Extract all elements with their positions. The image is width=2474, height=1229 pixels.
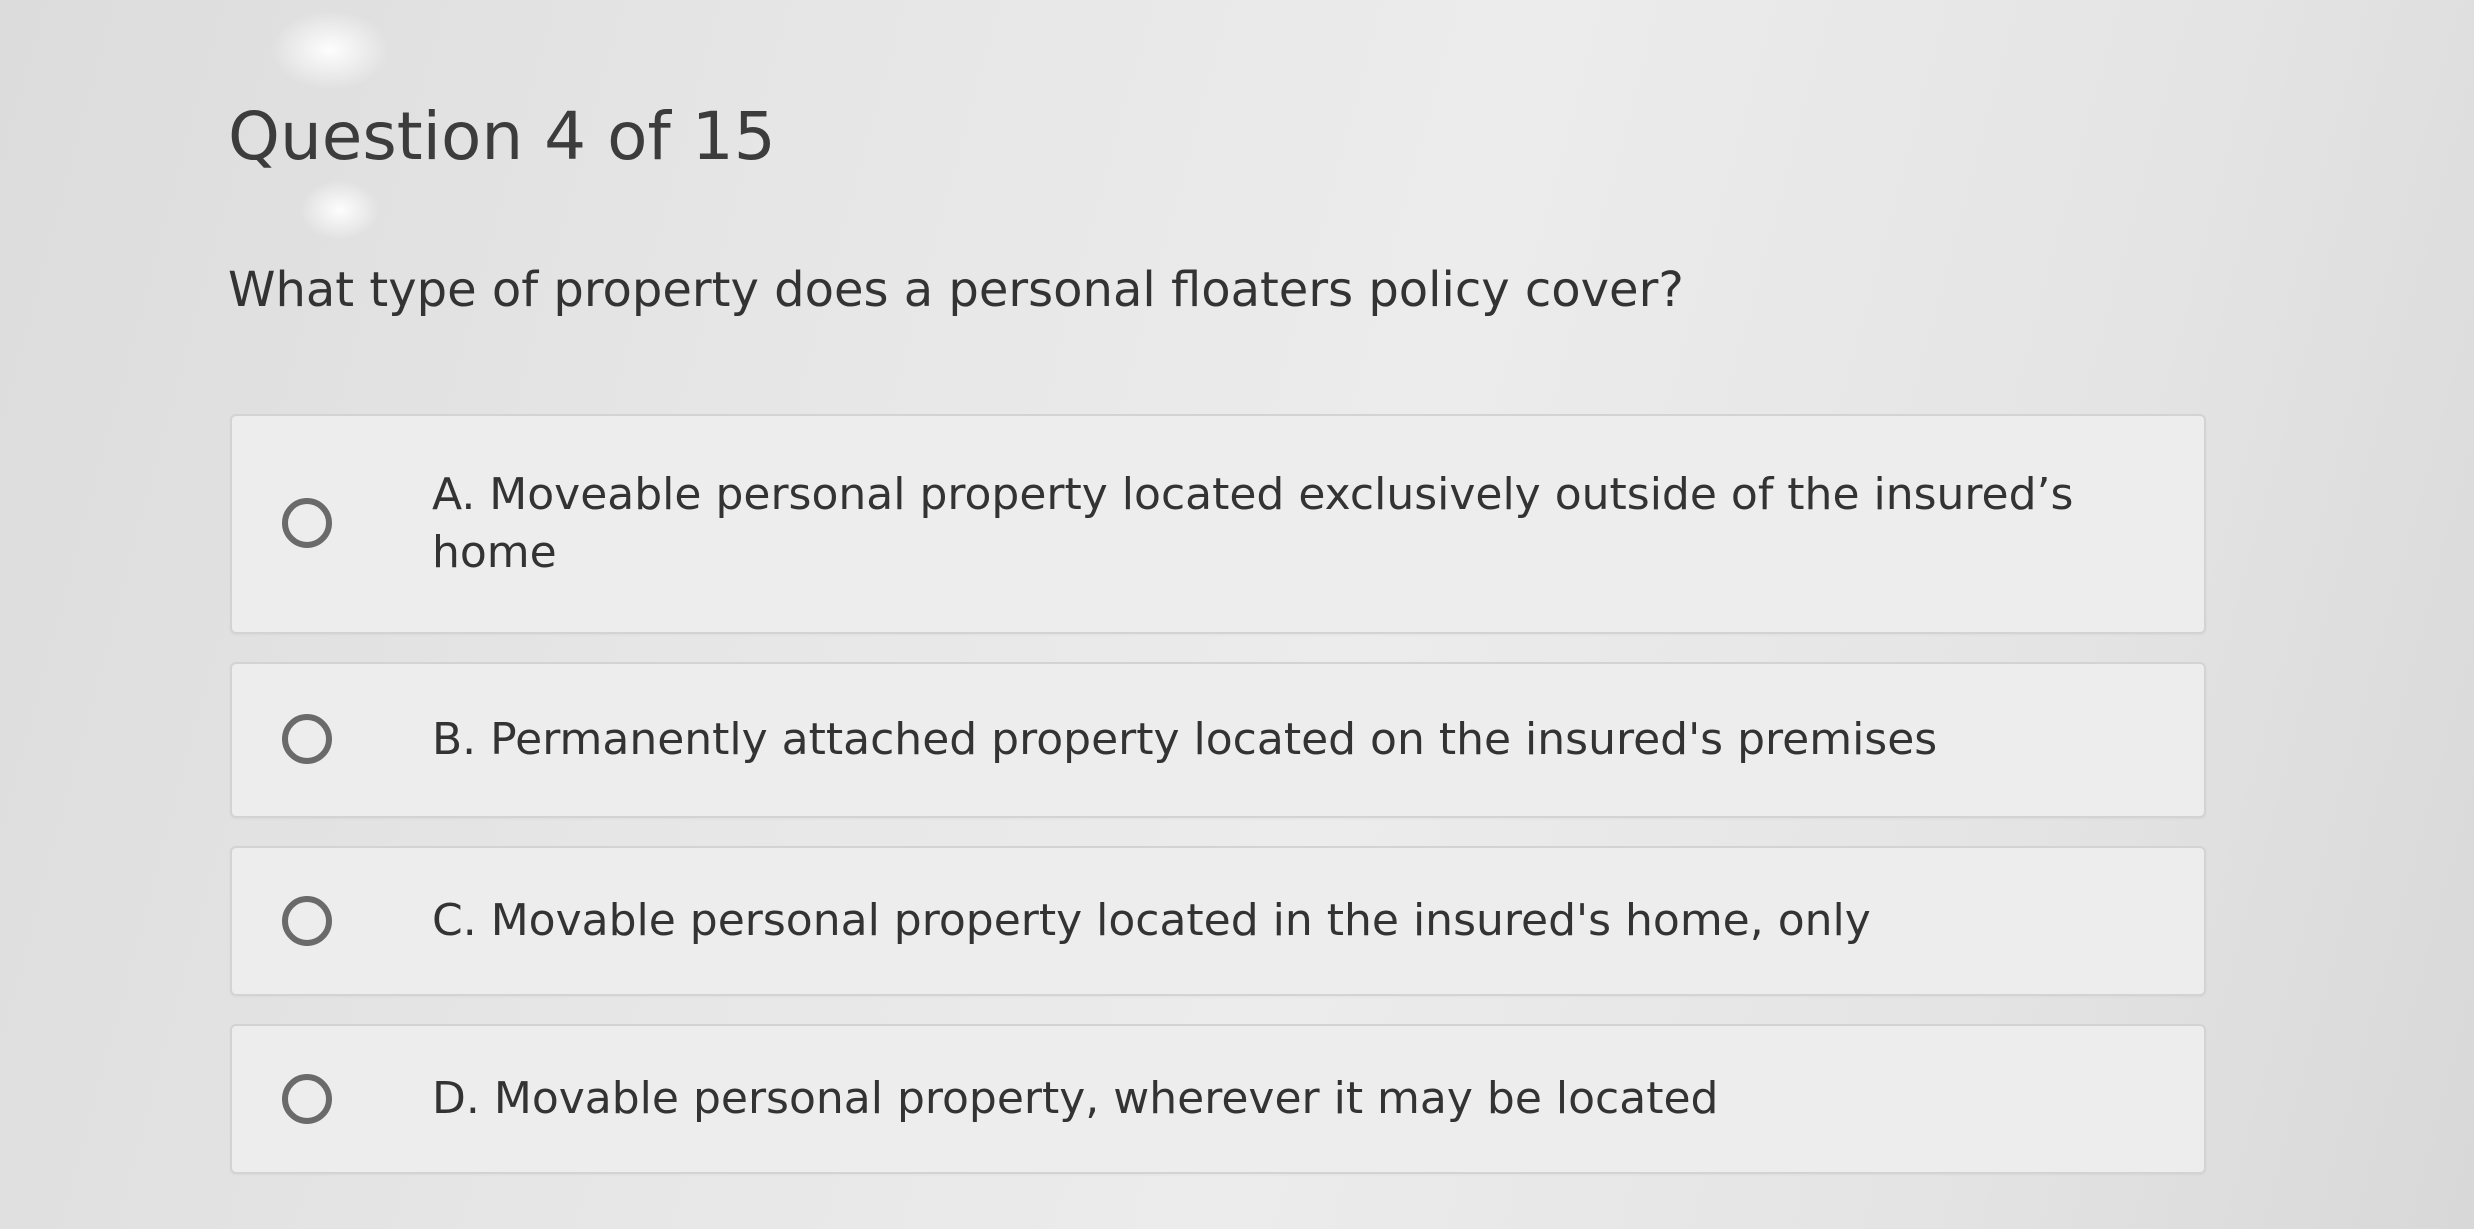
question-text: What type of property does a personal fl… xyxy=(228,262,1684,318)
radio-button-unselected-icon[interactable] xyxy=(282,1074,332,1124)
answer-option-label: B. Permanently attached property located… xyxy=(432,714,1938,765)
answer-option-label: C. Movable personal property located in … xyxy=(432,895,1871,946)
radio-button-unselected-icon[interactable] xyxy=(282,896,332,946)
answer-option-a[interactable]: A. Moveable personal property located ex… xyxy=(230,414,2206,634)
screen-glare xyxy=(270,10,390,90)
radio-button-unselected-icon[interactable] xyxy=(282,498,332,548)
answer-option-label: D. Movable personal property, wherever i… xyxy=(432,1073,1719,1124)
answer-option-label: A. Moveable personal property located ex… xyxy=(432,469,2074,578)
answer-option-b[interactable]: B. Permanently attached property located… xyxy=(230,662,2206,818)
answer-option-d[interactable]: D. Movable personal property, wherever i… xyxy=(230,1024,2206,1174)
screen-glare xyxy=(300,180,380,240)
radio-button-unselected-icon[interactable] xyxy=(282,714,332,764)
answer-option-c[interactable]: C. Movable personal property located in … xyxy=(230,846,2206,996)
question-counter: Question 4 of 15 xyxy=(228,98,776,175)
